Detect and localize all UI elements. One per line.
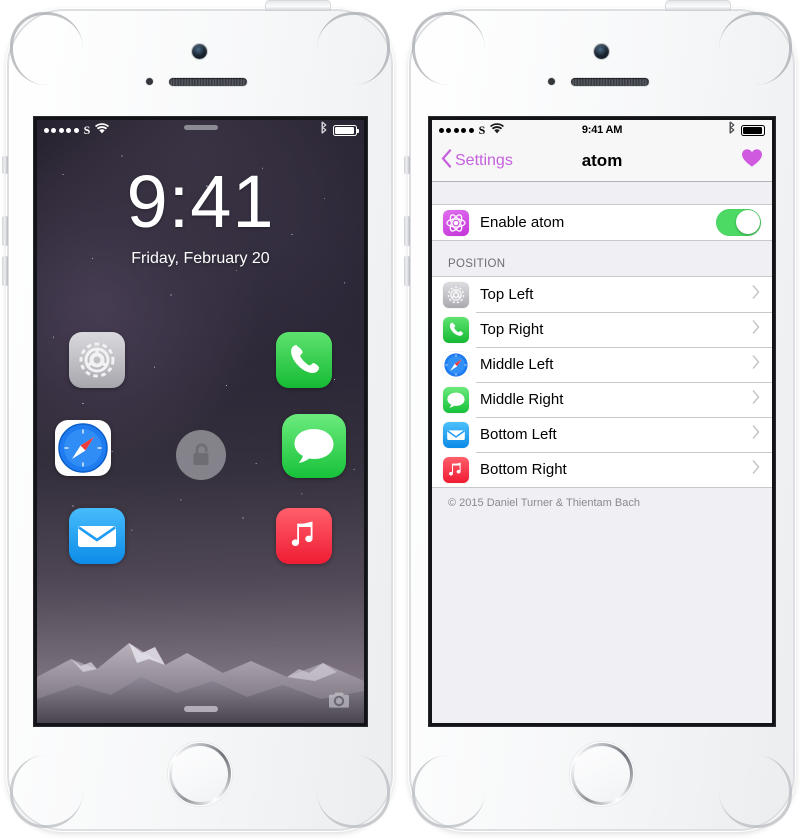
- music-icon: [443, 456, 469, 483]
- favorite-heart-button[interactable]: [741, 148, 763, 173]
- mail-icon: [443, 421, 469, 448]
- shortcut-phone[interactable]: [276, 332, 332, 388]
- right-volume-up-button[interactable]: [404, 216, 410, 246]
- carrier-name: S: [83, 123, 91, 137]
- power-button[interactable]: [266, 1, 330, 10]
- row-bottom-left[interactable]: Bottom Left: [432, 417, 772, 452]
- settings-icon: [69, 332, 125, 388]
- volume-down-button[interactable]: [2, 256, 8, 286]
- row-label: Middle Right: [480, 391, 564, 408]
- bluetooth-icon: [320, 121, 328, 139]
- right-power-button[interactable]: [666, 1, 730, 10]
- status-left-group: S: [44, 121, 110, 139]
- shortcut-mail[interactable]: [69, 508, 125, 564]
- phone-icon: [276, 332, 332, 388]
- wifi-icon: [95, 121, 110, 139]
- chevron-right-icon: [752, 355, 760, 374]
- bottom-grabber[interactable]: [183, 706, 218, 712]
- volume-up-button[interactable]: [2, 216, 8, 246]
- right-mute-switch[interactable]: [404, 156, 410, 174]
- lock-screen-date: Friday, February 20: [131, 250, 270, 267]
- unlock-icon[interactable]: [175, 430, 226, 480]
- safari-icon: [55, 420, 111, 476]
- chevron-right-icon: [752, 390, 760, 409]
- enable-atom-label: Enable atom: [480, 214, 565, 231]
- row-top-left[interactable]: Top Left: [432, 277, 772, 312]
- scene: S 9:41 Friday, February 20 S 9:41 AM Set…: [0, 0, 800, 839]
- home-button[interactable]: [168, 742, 232, 806]
- table-top-spacer: [432, 182, 772, 204]
- right-status-bar: S 9:41 AM: [432, 120, 772, 140]
- music-icon: [276, 508, 332, 564]
- atom-icon: [443, 209, 469, 236]
- right-proximity-sensor: [548, 78, 555, 85]
- right-touch-id-ring: [571, 743, 633, 805]
- chevron-right-icon: [752, 320, 760, 339]
- shortcut-messages[interactable]: [282, 414, 346, 478]
- enable-atom-group: Enable atom: [432, 204, 772, 241]
- row-label: Bottom Right: [480, 461, 567, 478]
- mail-icon: [69, 508, 125, 564]
- back-button-label: Settings: [455, 151, 513, 169]
- right-screen: S 9:41 AM Settings atom Enable atom POSI…: [432, 120, 772, 723]
- home-button-surface: [171, 745, 229, 803]
- row-label: Top Right: [480, 321, 544, 338]
- copyright-footer: © 2015 Daniel Turner & Thientam Bach: [448, 497, 640, 509]
- battery-icon: [741, 124, 768, 136]
- chevron-right-icon: [752, 460, 760, 479]
- chevron-right-icon: [752, 285, 760, 304]
- lock-screen-shortcuts: [37, 332, 364, 564]
- proximity-sensor: [146, 78, 153, 85]
- lock-screen-wallpaper: S 9:41 Friday, February 20: [37, 120, 364, 723]
- right-volume-down-button[interactable]: [404, 256, 410, 286]
- row-label: Bottom Left: [480, 426, 557, 443]
- battery-icon: [333, 124, 360, 136]
- left-iphone: S 9:41 Friday, February 20: [2, 1, 394, 832]
- shortcut-settings[interactable]: [69, 332, 125, 388]
- safari-icon: [443, 351, 469, 378]
- earpiece-speaker: [169, 78, 247, 86]
- status-bar-notch-handle: [183, 125, 218, 130]
- left-status-bar: S: [37, 120, 364, 140]
- shortcut-safari[interactable]: [55, 420, 111, 476]
- heart-icon: [741, 148, 763, 173]
- position-group: Top Left Top Right Middle Left Middle Ri…: [432, 276, 772, 488]
- wallpaper-mountain: [37, 573, 364, 723]
- right-home-button-surface: [573, 745, 631, 803]
- row-bottom-right[interactable]: Bottom Right: [432, 452, 772, 487]
- settings-icon: [443, 281, 469, 308]
- enable-atom-toggle[interactable]: [716, 209, 761, 236]
- right-home-button[interactable]: [570, 742, 634, 806]
- messages-icon: [443, 386, 469, 413]
- row-top-right[interactable]: Top Right: [432, 312, 772, 347]
- messages-icon: [282, 414, 346, 478]
- signal-strength-dots: [44, 127, 79, 133]
- row-enable-atom[interactable]: Enable atom: [432, 205, 772, 240]
- chevron-left-icon: [441, 148, 452, 173]
- front-camera: [192, 44, 207, 59]
- touch-id-ring: [169, 743, 231, 805]
- row-middle-left[interactable]: Middle Left: [432, 347, 772, 382]
- camera-icon[interactable]: [328, 691, 350, 709]
- lock-screen-time: 9:41: [126, 160, 275, 243]
- right-front-camera: [594, 44, 609, 59]
- row-label: Top Left: [480, 286, 534, 303]
- position-section-header: POSITION: [448, 258, 506, 270]
- left-screen: S 9:41 Friday, February 20: [37, 120, 364, 723]
- mute-switch[interactable]: [2, 156, 8, 174]
- navigation-bar: Settings atom: [432, 140, 772, 182]
- atom-settings-page: S 9:41 AM Settings atom Enable atom POSI…: [432, 120, 772, 723]
- row-middle-right[interactable]: Middle Right: [432, 382, 772, 417]
- status-right-group: [320, 121, 360, 139]
- settings-table: Enable atom POSITION Top Left Top Right …: [432, 182, 772, 723]
- right-iphone: S 9:41 AM Settings atom Enable atom POSI…: [404, 1, 796, 832]
- chevron-right-icon: [752, 425, 760, 444]
- status-bar-clock: 9:41 AM: [581, 124, 623, 136]
- toggle-knob: [735, 210, 760, 235]
- phone-icon: [443, 316, 469, 343]
- shortcut-music[interactable]: [276, 508, 332, 564]
- row-label: Middle Left: [480, 356, 554, 373]
- right-earpiece-speaker: [571, 78, 649, 86]
- back-button-settings[interactable]: Settings: [441, 148, 513, 173]
